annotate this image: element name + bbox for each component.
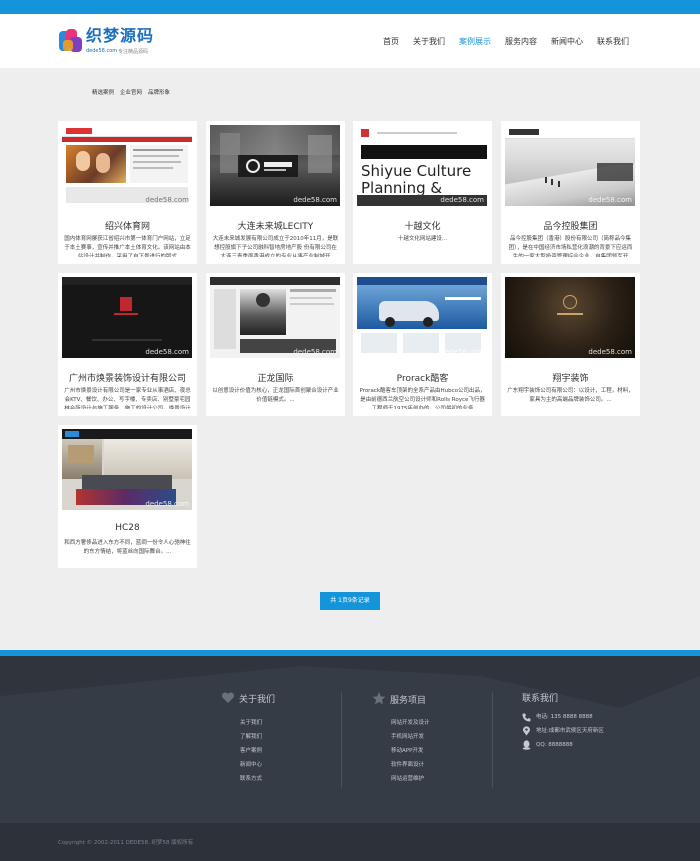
- footer-link-mobile-web[interactable]: 手机网站开发: [391, 730, 430, 744]
- footer-services-title: 服务项目: [390, 696, 427, 706]
- footer-link-web-dev[interactable]: 网站开发及设计: [391, 716, 430, 730]
- case-card[interactable]: Shiyue Culture Planning & Design dede58.…: [353, 121, 492, 264]
- thumbnail-watermark: dede58.com: [145, 196, 189, 204]
- case-thumbnail[interactable]: dede58.com: [62, 125, 192, 206]
- phone-icon: [522, 713, 531, 721]
- footer-link-app[interactable]: 移动APP开发: [391, 744, 430, 758]
- footer-link-about[interactable]: 关于我们: [240, 716, 275, 730]
- case-card[interactable]: dede58.com 品今控股集团 品今控股集团（香港）股份有限公司（简称品今集…: [501, 121, 640, 264]
- thumbnail-watermark: dede58.com: [145, 348, 189, 356]
- case-description: 以创意设计价值为核心，正龙国际首创聚合设计产业价值链模式。...: [212, 388, 339, 403]
- footer-qq-text: QQ: 8888888: [536, 742, 573, 748]
- case-description: 品今控股集团（香港）股份有限公司（简称品今集团），是在中国经济市场私营化浪潮的背…: [508, 236, 633, 257]
- heart-icon: [221, 692, 235, 703]
- case-card[interactable]: dede58.com Prorack酷客 Prorack酷客车顶架的全系产品由H…: [353, 273, 492, 416]
- logo-mark-icon: [59, 29, 82, 52]
- footer-address-text: 地址:成都市武侯区天府新区: [536, 728, 604, 734]
- case-thumbnail[interactable]: dede58.com: [62, 277, 192, 358]
- footer-link-ui[interactable]: 软件界面设计: [391, 758, 430, 772]
- star-icon: [372, 692, 386, 705]
- footer-divider: [341, 692, 342, 788]
- thumbnail-watermark: dede58.com: [588, 196, 632, 204]
- case-description: 国内体育网屡获江省绍兴市第一体育门户网站，立足于本土赛事，宣传并推广本土体育文化…: [64, 236, 191, 257]
- case-card[interactable]: dede58.com 正龙国际 以创意设计价值为核心，正龙国际首创聚合设计产业价…: [206, 273, 345, 416]
- nav-contact[interactable]: 联系我们: [590, 36, 636, 48]
- case-description: 大连未来城发展有限公司成立于2010年11月，是联想控股旗下子公司融科智地房地产…: [212, 236, 339, 257]
- case-card[interactable]: dede58.com 广州市焕景装饰设计有限公司 广州市焕景设计有限公司是一家专…: [58, 273, 197, 416]
- category-corporate[interactable]: 企业官网: [120, 88, 142, 96]
- footer-services-column: 服务项目 网站开发及设计 手机网站开发 移动APP开发 软件界面设计 网站运营维…: [372, 692, 430, 786]
- location-pin-icon: [523, 726, 530, 736]
- footer-about-column: 关于我们 关于我们 了解我们 客户案例 新闻中心 联系方式: [221, 692, 275, 786]
- copyright-text: Copyright © 2002-2011 DEDE58. 织梦58 版权所有: [58, 840, 194, 846]
- case-title[interactable]: Prorack酷客: [353, 371, 492, 384]
- footer-contact-heading: 联系我们: [522, 694, 559, 704]
- case-thumbnail[interactable]: dede58.com: [62, 429, 192, 510]
- case-thumbnail[interactable]: dede58.com: [357, 277, 487, 358]
- footer-about-title: 关于我们: [239, 695, 276, 705]
- site-footer: 关于我们 关于我们 了解我们 客户案例 新闻中心 联系方式 服务项目 网站开发及…: [0, 656, 700, 823]
- footer-about-heading: 关于我们: [221, 692, 275, 706]
- case-category-nav: 精选案例 企业官网 品牌形象: [92, 88, 170, 96]
- nav-home[interactable]: 首页: [376, 36, 406, 48]
- thumbnail-watermark: dede58.com: [145, 500, 189, 508]
- logo-domain: dede58.com: [86, 48, 118, 54]
- footer-link-contact[interactable]: 联系方式: [240, 772, 275, 786]
- thumbnail-watermark: dede58.com: [588, 348, 632, 356]
- case-title[interactable]: 正龙国际: [206, 371, 345, 384]
- footer-link-learn[interactable]: 了解我们: [240, 730, 275, 744]
- footer-link-cases[interactable]: 客户案例: [240, 744, 275, 758]
- footer-link-news[interactable]: 新闻中心: [240, 758, 275, 772]
- case-title[interactable]: 品今控股集团: [501, 219, 640, 232]
- footer-qq: QQ: 8888888: [522, 738, 604, 752]
- category-featured[interactable]: 精选案例: [92, 88, 114, 96]
- thumbnail-watermark: dede58.com: [293, 348, 337, 356]
- case-description: 和西方奢侈品进入东方不同，蓝绸一份令人心驰神往的东方情结，将蓝丝向国际舞台。..…: [64, 540, 191, 555]
- case-thumbnail[interactable]: dede58.com: [210, 277, 340, 358]
- case-card[interactable]: dede58.com HC28 和西方奢侈品进入东方不同，蓝绸一份令人心驰神往的…: [58, 425, 197, 568]
- case-thumbnail[interactable]: Shiyue Culture Planning & Design dede58.…: [357, 125, 487, 206]
- copyright-bar: Copyright © 2002-2011 DEDE58. 织梦58 版权所有: [0, 823, 700, 861]
- case-title[interactable]: 十越文化: [353, 219, 492, 232]
- main-nav: 首页 关于我们 案例展示 服务内容 新闻中心 联系我们: [376, 36, 636, 48]
- case-description: 十越文化网站建设...: [397, 236, 448, 242]
- case-description: Prorack酷客车顶架的全系产品由Hubco公司出品，是由前德西兰航空公司设计…: [359, 388, 486, 409]
- site-logo[interactable]: 织梦源码 dede58.com 专注精品源码: [58, 26, 158, 58]
- nav-services[interactable]: 服务内容: [498, 36, 544, 48]
- case-thumbnail[interactable]: dede58.com: [505, 277, 635, 358]
- case-description: 广东翔宇装饰公司有限公司：以设计，工程，材料，家具为主的高端品牌装饰公司。...: [507, 388, 634, 403]
- thumbnail-watermark: dede58.com: [293, 196, 337, 204]
- thumbnail-watermark: dede58.com: [440, 348, 484, 356]
- case-card[interactable]: dede58.com 大连未来城LECITY 大连未来城发展有限公司成立于201…: [206, 121, 345, 264]
- nav-about[interactable]: 关于我们: [406, 36, 452, 48]
- case-title[interactable]: HC28: [58, 523, 197, 533]
- case-title[interactable]: 绍兴体育网: [58, 219, 197, 232]
- case-description: 广州市焕景设计有限公司是一家专业从事酒店、夜总会KTV、餐饮、办公、写字楼、专卖…: [64, 388, 191, 409]
- case-title[interactable]: 翔宇装饰: [501, 371, 640, 384]
- case-title[interactable]: 大连未来城LECITY: [206, 219, 345, 232]
- footer-services-heading: 服务项目: [372, 692, 430, 706]
- footer-phone-text: 电话: 135 8888 8888: [536, 714, 593, 720]
- case-card[interactable]: dede58.com 绍兴体育网 国内体育网屡获江省绍兴市第一体育门户网站，立足…: [58, 121, 197, 264]
- pagination-summary[interactable]: 共 1页9条记录: [320, 592, 380, 610]
- case-thumbnail[interactable]: dede58.com: [210, 125, 340, 206]
- case-title[interactable]: 广州市焕景装饰设计有限公司: [58, 371, 197, 384]
- footer-address: 地址:成都市武侯区天府新区: [522, 724, 604, 738]
- top-accent-bar: [0, 0, 700, 14]
- qq-icon: [522, 740, 531, 750]
- thumbnail-watermark: dede58.com: [440, 196, 484, 204]
- nav-news[interactable]: 新闻中心: [544, 36, 590, 48]
- logo-tagline: 专注精品源码: [118, 49, 149, 55]
- site-header: 织梦源码 dede58.com 专注精品源码 首页 关于我们 案例展示 服务内容…: [0, 14, 700, 68]
- footer-phone: 电话: 135 8888 8888: [522, 710, 604, 724]
- nav-cases[interactable]: 案例展示: [452, 36, 498, 48]
- footer-contact-column: 联系我们 电话: 135 8888 8888 地址:成都市武侯区天府新区 QQ:…: [522, 692, 604, 752]
- case-card[interactable]: dede58.com 翔宇装饰 广东翔宇装饰公司有限公司：以设计，工程，材料，家…: [501, 273, 640, 416]
- case-thumbnail[interactable]: dede58.com: [505, 125, 635, 206]
- category-brand[interactable]: 品牌形象: [148, 88, 170, 96]
- logo-text: 织梦源码: [86, 26, 155, 45]
- footer-divider: [492, 692, 493, 788]
- footer-link-ops[interactable]: 网站运营维护: [391, 772, 430, 786]
